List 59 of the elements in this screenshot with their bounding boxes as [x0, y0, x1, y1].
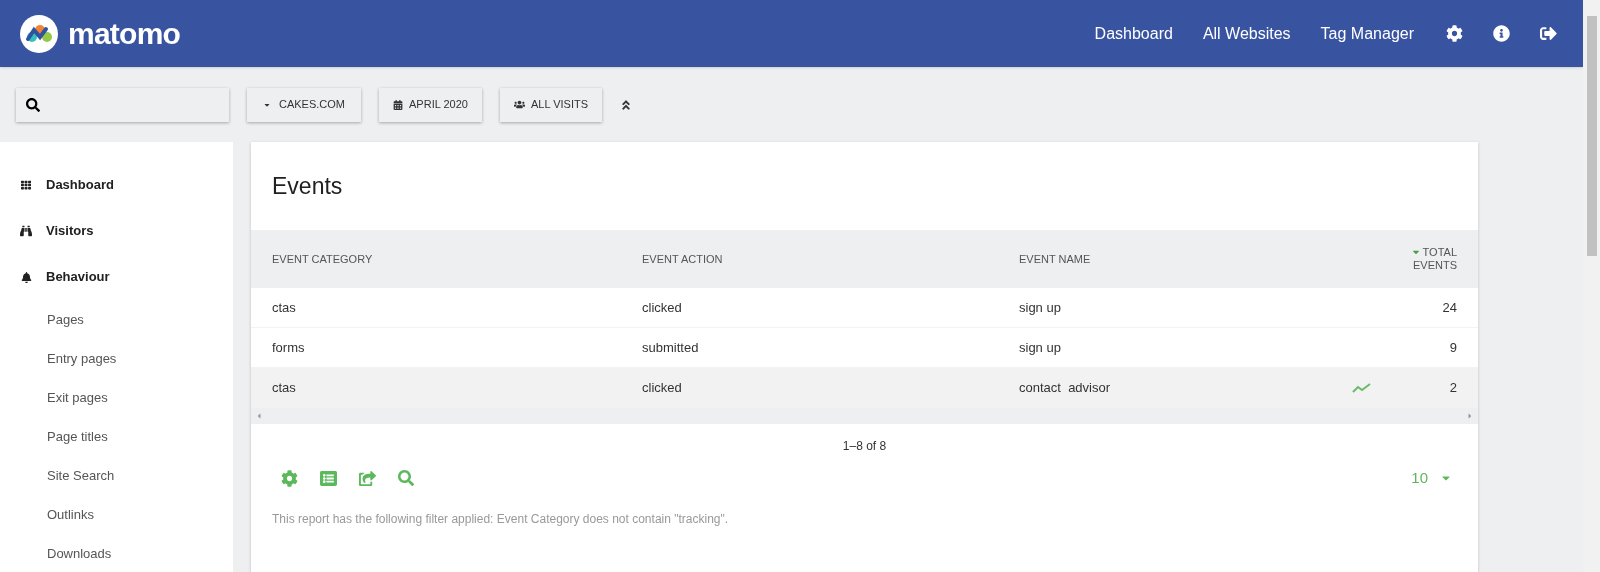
sidebar-item[interactable]: Exit pages [47, 387, 108, 408]
search-icon[interactable] [398, 470, 414, 486]
table-cell-text: sign up [1019, 298, 1061, 317]
sidebar-section[interactable]: Dashboard [46, 175, 114, 195]
scrollbar-thumb[interactable] [1586, 16, 1597, 256]
site-selector[interactable]: CAKES.COM [247, 87, 361, 122]
sidebar-item[interactable]: Entry pages [47, 348, 117, 369]
sidebar-section[interactable]: Visitors [46, 221, 94, 241]
nav-link[interactable]: Tag Manager [1320, 21, 1414, 46]
export-icon[interactable] [359, 469, 376, 487]
calendar-icon [393, 99, 403, 110]
table-cell-text: 9 [1449, 338, 1457, 357]
users-icon [513, 99, 525, 110]
table-icon[interactable] [320, 469, 337, 487]
table-cell-text: 2 [1449, 378, 1457, 397]
nav-link[interactable]: Dashboard [1094, 21, 1173, 46]
table-row[interactable]: ctas clicked sign up 24 [251, 288, 1478, 328]
horizontal-scrollbar[interactable] [251, 408, 1478, 424]
sidebar-item[interactable]: Page titles [47, 426, 108, 447]
logout-icon[interactable] [1540, 25, 1557, 42]
table-cell-text: contact advisor [1019, 378, 1111, 397]
settings-icon[interactable] [1446, 25, 1463, 42]
table-cell-text: clicked [642, 378, 682, 397]
search-icon [26, 97, 40, 112]
table-cell-text: forms [272, 338, 305, 357]
info-icon[interactable] [1493, 25, 1510, 42]
sidebar-item[interactable]: Pages [47, 309, 84, 330]
search-field[interactable] [16, 87, 229, 122]
table-cell-text: submitted [642, 338, 699, 357]
table-cell-text: ctas [272, 298, 296, 317]
period-selector[interactable]: APRIL 2020 [379, 87, 482, 122]
pagination-text: 1–8 of 8 [842, 438, 887, 455]
table-cell-text: clicked [642, 298, 682, 317]
column-header[interactable]: EVENT CATEGORY [272, 250, 373, 268]
scroll-left-icon[interactable] [255, 412, 263, 420]
table-row[interactable]: ctas clicked contact advisor 2 [251, 368, 1478, 408]
sidebar-item[interactable]: Site Search [47, 465, 115, 486]
logo-icon [20, 14, 58, 53]
trend-icon[interactable] [1351, 382, 1372, 393]
sidebar-section[interactable]: Behaviour [46, 267, 110, 287]
logo-wordmark: matomo [68, 16, 181, 52]
column-header[interactable]: EVENT NAME [1019, 250, 1091, 268]
table-row[interactable]: forms submitted sign up 9 [251, 328, 1478, 368]
table-cell-text: sign up [1019, 338, 1061, 357]
column-header[interactable]: TOTAL EVENTS [1387, 246, 1457, 272]
table-cell-text: 24 [1442, 298, 1457, 317]
collapse-icon[interactable] [620, 98, 632, 111]
grid-icon [21, 180, 31, 190]
table-cell-text: ctas [272, 378, 296, 397]
column-header[interactable]: EVENT ACTION [642, 250, 723, 268]
sidebar-item[interactable]: Downloads [47, 543, 112, 564]
nav-link[interactable]: All Websites [1202, 21, 1291, 46]
filter-note: This report has the following filter applied: Event Category does not contain "tracking". [271, 511, 730, 528]
sidebar-item[interactable]: Outlinks [47, 504, 94, 525]
scroll-right-icon[interactable] [1466, 412, 1474, 420]
segment-selector[interactable]: ALL VISITS [499, 87, 602, 122]
bell-icon [20, 271, 32, 283]
report-title: Events [271, 171, 344, 201]
binoculars-icon [20, 225, 32, 237]
